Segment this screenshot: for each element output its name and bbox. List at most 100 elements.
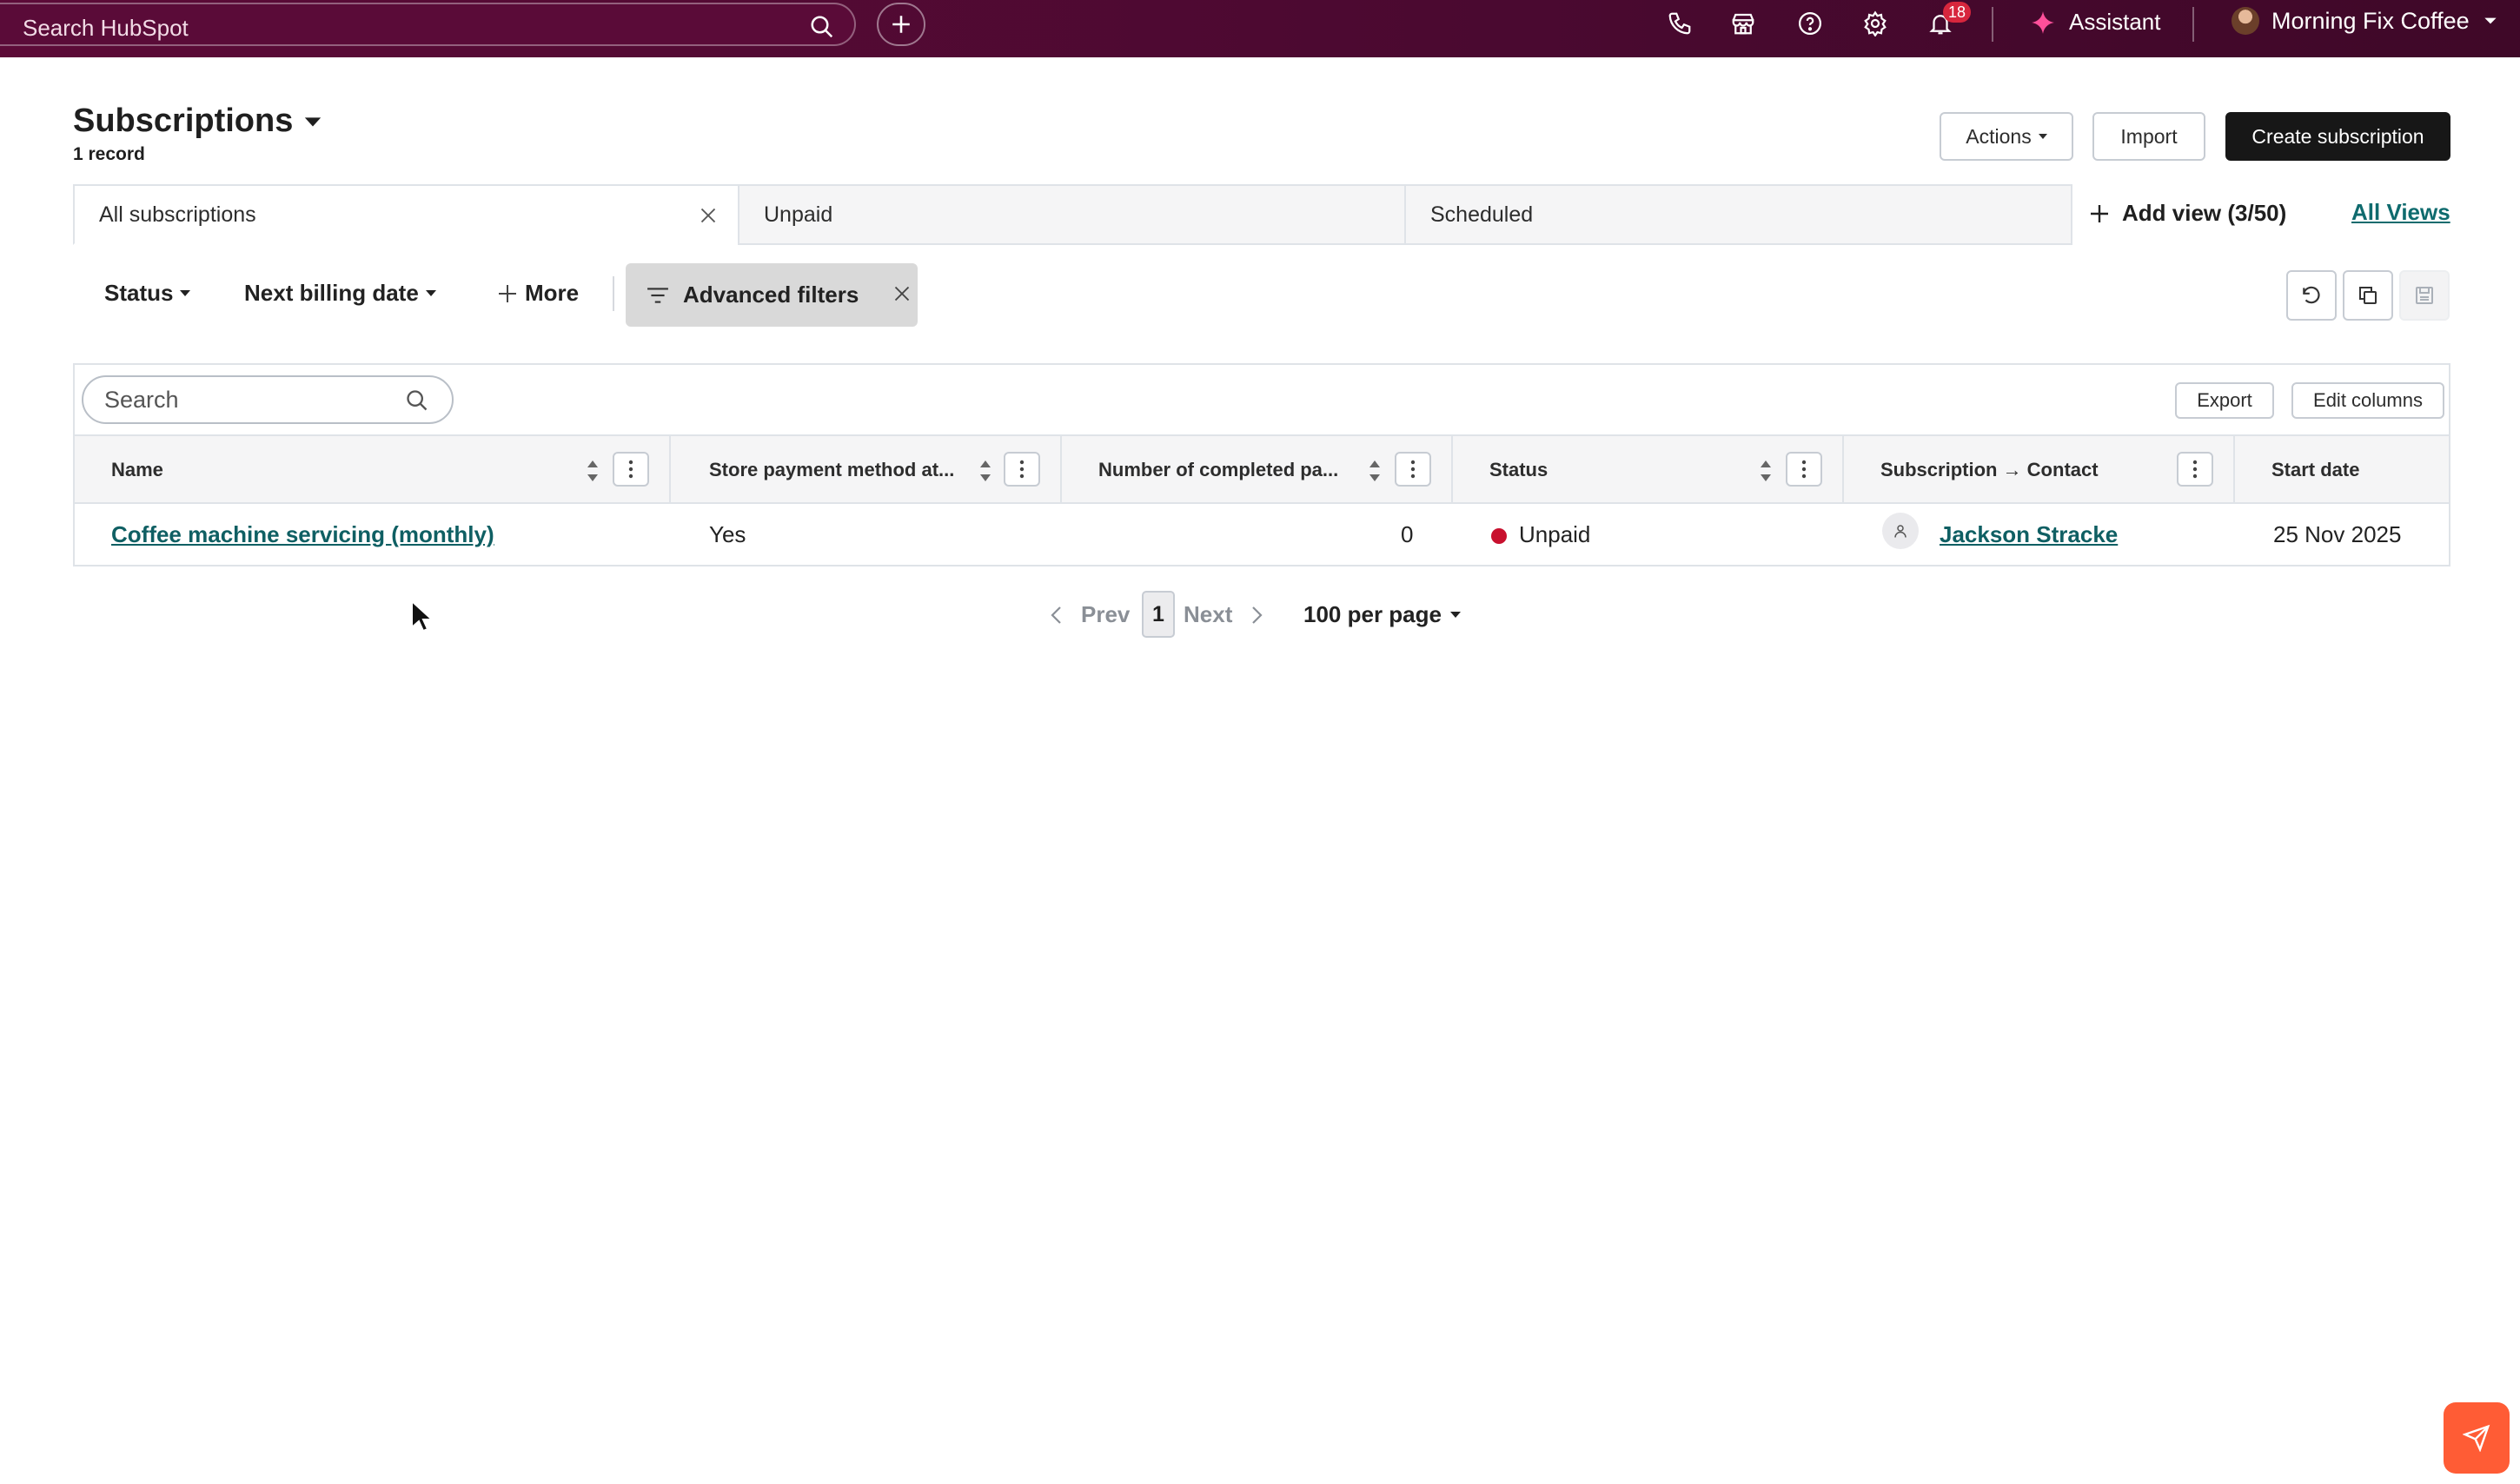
- column-menu-button[interactable]: [1004, 452, 1040, 487]
- status-cell: Unpaid: [1491, 521, 1590, 582]
- undo-icon: [2303, 286, 2320, 304]
- column-header-status[interactable]: Status: [1453, 436, 1844, 504]
- column-header-name[interactable]: Name: [75, 436, 671, 504]
- add-view-button[interactable]: Add view (3/50): [2089, 200, 2286, 227]
- export-label: Export: [2197, 389, 2252, 411]
- import-button[interactable]: Import: [2092, 112, 2205, 161]
- column-label: Start date: [2271, 459, 2360, 480]
- column-label: Store payment method at...: [709, 459, 955, 480]
- close-icon[interactable]: [700, 207, 717, 224]
- tab-all-subscriptions[interactable]: All subscriptions: [73, 184, 739, 245]
- column-menu-button[interactable]: [1395, 452, 1431, 487]
- column-label: Status: [1489, 459, 1548, 480]
- sort-icon[interactable]: [978, 459, 992, 483]
- top-navigation-bar: Search HubSpot 18 Assistant Morning Fix …: [0, 0, 2520, 57]
- column-header-number-of-completed-payments[interactable]: Number of completed pa...: [1062, 436, 1453, 504]
- global-search-field[interactable]: Search HubSpot: [0, 3, 856, 46]
- caret-down-icon: [1449, 612, 1461, 618]
- sort-icon[interactable]: [1368, 459, 1382, 483]
- status-filter[interactable]: Status: [104, 280, 191, 307]
- column-label: Name: [111, 459, 163, 480]
- account-menu[interactable]: Morning Fix Coffee: [2232, 7, 2499, 35]
- add-view-label: Add view (3/50): [2122, 200, 2287, 226]
- status-filter-label: Status: [104, 280, 174, 306]
- import-label: Import: [2120, 124, 2178, 148]
- clone-view-button[interactable]: [2343, 270, 2393, 321]
- next-billing-date-filter[interactable]: Next billing date: [244, 280, 436, 307]
- more-vertical-icon: [1801, 460, 1807, 479]
- column-header-start-date[interactable]: Start date: [2235, 436, 2449, 504]
- plus-icon: [499, 284, 516, 302]
- more-label: More: [525, 280, 580, 306]
- status-dot: [1491, 528, 1507, 545]
- table-search-field[interactable]: [82, 375, 454, 424]
- search-icon[interactable]: [809, 14, 835, 40]
- more-vertical-icon: [2192, 460, 2198, 479]
- column-menu-button[interactable]: [613, 452, 649, 487]
- chevron-down-icon: [2484, 17, 2497, 24]
- column-label: Subscription → Contact: [1880, 459, 2099, 480]
- reset-view-button[interactable]: [2286, 270, 2337, 321]
- table-header: Name Store payment method at... Number o…: [75, 434, 2449, 504]
- actions-button[interactable]: Actions: [1940, 112, 2073, 161]
- current-page-button[interactable]: 1: [1142, 591, 1175, 638]
- column-label: Number of completed pa...: [1098, 459, 1339, 480]
- sort-icon[interactable]: [586, 459, 600, 483]
- tab-scheduled[interactable]: Scheduled: [1404, 184, 2072, 245]
- store-payment-cell: Yes: [709, 521, 746, 547]
- divider: [613, 276, 614, 311]
- all-views-link[interactable]: All Views: [2351, 199, 2450, 226]
- copy-icon: [2359, 287, 2377, 304]
- contact-link[interactable]: Jackson Stracke: [1940, 521, 2118, 582]
- per-page-dropdown[interactable]: 100 per page: [1303, 601, 1461, 628]
- column-header-store-payment-method[interactable]: Store payment method at...: [671, 436, 1062, 504]
- edit-columns-label: Edit columns: [2313, 389, 2423, 411]
- chevron-right-icon: [1252, 606, 1263, 624]
- object-selector[interactable]: Subscriptions: [73, 103, 322, 140]
- quick-create-button[interactable]: [877, 3, 925, 46]
- tab-unpaid[interactable]: Unpaid: [738, 184, 1406, 245]
- assistant-button[interactable]: Assistant: [2031, 9, 2161, 36]
- export-button[interactable]: Export: [2175, 382, 2274, 419]
- caret-down-icon: [305, 116, 322, 126]
- advanced-filters-button[interactable]: Advanced filters: [626, 263, 918, 327]
- page-title: Subscriptions: [73, 103, 294, 139]
- caret-down-icon: [2038, 134, 2047, 139]
- settings-gear-icon[interactable]: [1862, 10, 1888, 36]
- start-date-cell: 25 Nov 2025: [2273, 521, 2402, 547]
- subscription-name-link[interactable]: Coffee machine servicing (monthly): [111, 521, 494, 582]
- more-filters-button[interactable]: More: [497, 280, 579, 307]
- edit-columns-button[interactable]: Edit columns: [2291, 382, 2444, 419]
- actions-label: Actions: [1966, 124, 2032, 148]
- save-icon: [2416, 287, 2433, 304]
- caret-down-icon: [425, 290, 436, 296]
- mouse-cursor-icon: [410, 600, 433, 633]
- prev-page-button[interactable]: Prev: [1048, 601, 1130, 628]
- create-subscription-button[interactable]: Create subscription: [2225, 112, 2450, 161]
- divider: [1992, 7, 1993, 42]
- column-menu-button[interactable]: [2177, 452, 2213, 487]
- column-header-subscription-contact[interactable]: Subscription → Contact: [1844, 436, 2235, 504]
- send-icon: [2463, 1424, 2490, 1452]
- table-search-input[interactable]: [104, 386, 391, 414]
- tab-label: All subscriptions: [99, 202, 256, 227]
- completed-payments-cell: 0: [1401, 521, 1414, 547]
- more-vertical-icon: [628, 460, 633, 479]
- record-count: 1 record: [73, 144, 145, 164]
- more-vertical-icon: [1410, 460, 1416, 479]
- notifications-badge: 18: [1943, 2, 1971, 23]
- marketplace-icon[interactable]: [1730, 10, 1756, 36]
- next-page-button[interactable]: Next: [1184, 601, 1265, 628]
- account-avatar: [2232, 7, 2259, 35]
- phone-icon[interactable]: [1667, 10, 1693, 36]
- close-icon[interactable]: [893, 285, 911, 302]
- chat-launcher-button[interactable]: [2444, 1402, 2510, 1474]
- records-table: Export Edit columns Name Store payment m…: [73, 363, 2450, 566]
- help-icon[interactable]: [1797, 10, 1823, 36]
- search-icon[interactable]: [405, 388, 429, 413]
- per-page-label: 100 per page: [1303, 601, 1442, 627]
- column-menu-button[interactable]: [1786, 452, 1822, 487]
- chevron-left-icon: [1051, 606, 1061, 624]
- save-view-button[interactable]: [2399, 270, 2450, 321]
- sort-icon[interactable]: [1759, 459, 1773, 483]
